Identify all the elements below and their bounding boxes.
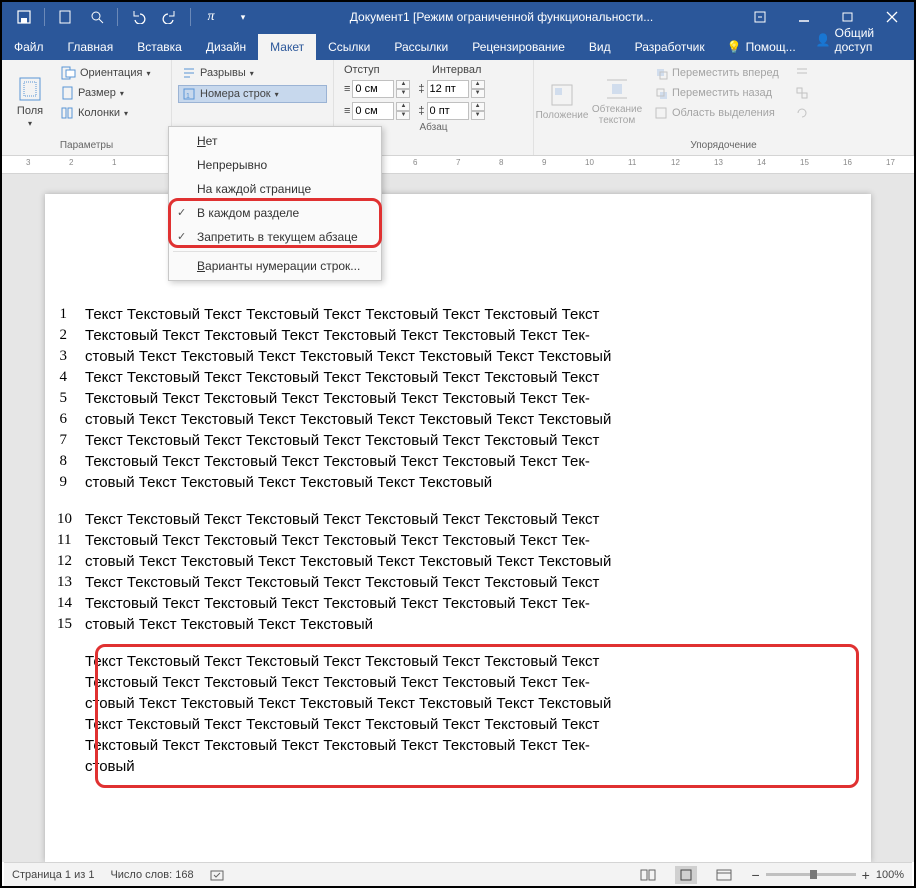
zoom-level[interactable]: 100% xyxy=(876,869,904,881)
tab-insert[interactable]: Вставка xyxy=(125,34,194,60)
indent-right-input[interactable]: ≡▲▼ xyxy=(344,102,410,120)
indent-left-icon: ≡ xyxy=(344,83,350,95)
check-icon: ✓ xyxy=(177,206,186,219)
qat-customize[interactable]: ▾ xyxy=(229,5,257,29)
page-indicator[interactable]: Страница 1 из 1 xyxy=(12,869,94,881)
window-title: Документ1 [Режим ограниченной функционал… xyxy=(265,10,738,24)
tab-layout[interactable]: Макет xyxy=(258,34,316,60)
tab-design[interactable]: Дизайн xyxy=(194,34,258,60)
orientation-button[interactable]: Ориентация ▾ xyxy=(56,64,154,82)
paragraph-3[interactable]: Текст Текстовый Текст Текстовый Текст Те… xyxy=(57,651,859,777)
columns-button[interactable]: Колонки ▾ xyxy=(56,104,154,122)
document-area[interactable]: 1Текст Текстовый Текст Текстовый Текст Т… xyxy=(2,174,914,862)
dd-options[interactable]: Варианты нумерации строк... xyxy=(169,254,381,278)
zoom-in-button[interactable]: + xyxy=(862,867,870,883)
titlebar: π ▾ Документ1 [Режим ограниченной функци… xyxy=(2,2,914,32)
web-layout-button[interactable] xyxy=(713,866,735,884)
spacing-before-icon: ‡ xyxy=(418,83,424,95)
equation-button[interactable]: π xyxy=(197,5,225,29)
proofing-icon[interactable] xyxy=(210,868,226,882)
tab-view[interactable]: Вид xyxy=(577,34,623,60)
size-button[interactable]: Размер ▾ xyxy=(56,84,154,102)
horizontal-ruler[interactable]: 3211234567891011121314151617 xyxy=(2,156,914,174)
breaks-button[interactable]: Разрывы ▾ xyxy=(178,64,327,82)
wrap-text-button: Обтекание текстом xyxy=(588,64,646,138)
line-numbers-button[interactable]: 1Номера строк ▾ xyxy=(178,85,327,103)
tab-references[interactable]: Ссылки xyxy=(316,34,382,60)
redo-button[interactable] xyxy=(156,5,184,29)
group-arrange-label: Упорядочение xyxy=(540,138,907,151)
dd-each-section[interactable]: ✓В каждом разделе xyxy=(169,201,381,225)
save-button[interactable] xyxy=(10,5,38,29)
tab-developer[interactable]: Разработчик xyxy=(623,34,717,60)
bring-forward-button: Переместить вперед xyxy=(650,64,783,82)
send-backward-button: Переместить назад xyxy=(650,84,783,102)
ribbon-options-button[interactable] xyxy=(738,2,782,32)
group-page-setup-label: Параметры xyxy=(8,138,165,151)
position-button: Положение xyxy=(540,64,584,138)
new-document-button[interactable] xyxy=(51,5,79,29)
group-button xyxy=(791,84,813,102)
dd-each-page[interactable]: На каждой странице xyxy=(169,177,381,201)
svg-text:1: 1 xyxy=(186,93,190,100)
indent-label: Отступ xyxy=(344,64,424,76)
selection-pane-button: Область выделения xyxy=(650,104,783,122)
spacing-before-input[interactable]: ‡▲▼ xyxy=(418,80,484,98)
undo-button[interactable] xyxy=(124,5,152,29)
print-layout-button[interactable] xyxy=(675,866,697,884)
align-button xyxy=(791,64,813,82)
tab-mailings[interactable]: Рассылки xyxy=(382,34,460,60)
page[interactable]: 1Текст Текстовый Текст Текстовый Текст Т… xyxy=(45,194,871,862)
bulb-icon: 💡 xyxy=(727,40,742,54)
dd-continuous[interactable]: Непрерывно xyxy=(169,153,381,177)
tab-home[interactable]: Главная xyxy=(56,34,126,60)
zoom-out-button[interactable]: − xyxy=(751,867,759,883)
share-button[interactable]: 👤Общий доступ xyxy=(806,20,914,60)
margins-button[interactable]: Поля▾ xyxy=(8,64,52,138)
line-numbers-dropdown: Нет Непрерывно На каждой странице ✓В каж… xyxy=(168,126,382,281)
zoom-slider[interactable] xyxy=(766,873,856,876)
ribbon: Поля▾ Ориентация ▾ Размер ▾ Колонки ▾ Па… xyxy=(2,60,914,156)
rotate-button xyxy=(791,104,813,122)
tab-review[interactable]: Рецензирование xyxy=(460,34,577,60)
check-icon: ✓ xyxy=(177,230,186,243)
tab-file[interactable]: Файл xyxy=(2,34,56,60)
indent-right-icon: ≡ xyxy=(344,105,350,117)
share-icon: 👤 xyxy=(816,33,831,47)
spacing-label: Интервал xyxy=(432,64,481,76)
spacing-after-icon: ‡ xyxy=(418,105,424,117)
statusbar: Страница 1 из 1 Число слов: 168 − + 100% xyxy=(4,862,912,886)
tell-me-button[interactable]: 💡Помощ... xyxy=(717,34,806,60)
indent-left-input[interactable]: ≡▲▼ xyxy=(344,80,410,98)
dd-none[interactable]: Нет xyxy=(169,129,381,153)
spacing-after-input[interactable]: ‡▲▼ xyxy=(418,102,484,120)
dd-suppress[interactable]: ✓Запретить в текущем абзаце xyxy=(169,225,381,249)
paragraph-1[interactable]: 1Текст Текстовый Текст Текстовый Текст Т… xyxy=(57,304,859,493)
word-count[interactable]: Число слов: 168 xyxy=(110,869,193,881)
paragraph-2[interactable]: 10Текст Текстовый Текст Текстовый Текст … xyxy=(57,509,859,635)
ribbon-tabs: Файл Главная Вставка Дизайн Макет Ссылки… xyxy=(2,32,914,60)
print-preview-button[interactable] xyxy=(83,5,111,29)
read-mode-button[interactable] xyxy=(637,866,659,884)
